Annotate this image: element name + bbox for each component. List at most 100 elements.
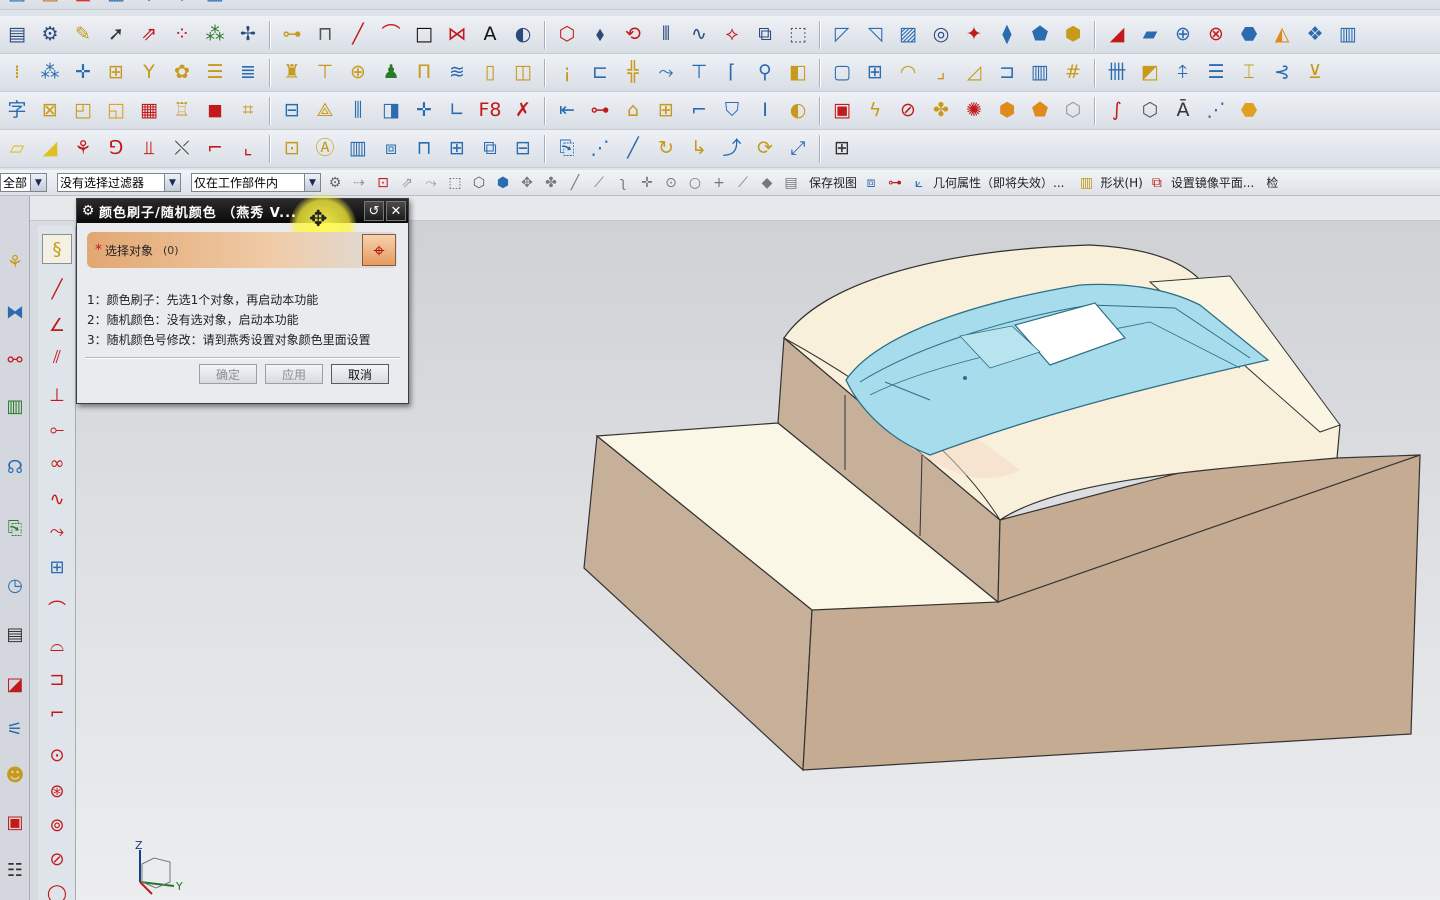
add-box-icon[interactable]: ⊞ xyxy=(651,96,681,126)
flower-icon[interactable]: ⚘ xyxy=(68,134,98,164)
attr-icon[interactable]: Ā xyxy=(1168,96,1198,126)
elbow-icon[interactable]: ⌐ xyxy=(200,134,230,164)
quad-icon[interactable]: ⊞ xyxy=(442,134,472,164)
palette-navigator-icon[interactable]: ◪ xyxy=(1,668,29,700)
close-icon[interactable]: ✕ xyxy=(386,201,406,221)
selection-filter-dropdown[interactable]: 没有选择过滤器 ▼ xyxy=(57,173,181,192)
draft-icon[interactable]: ◭ xyxy=(1267,20,1297,50)
square-icon[interactable]: ▣ xyxy=(827,96,857,126)
diag-arrow-icon[interactable]: ⤢ xyxy=(783,134,813,164)
gear-frame-icon[interactable]: ✿ xyxy=(167,58,197,88)
palette-icon[interactable]: ✺ xyxy=(959,96,989,126)
slash-icon[interactable]: ╱ xyxy=(618,134,648,164)
part-navigator-icon[interactable]: ⚯ xyxy=(1,344,29,376)
mesh-icon[interactable]: ▨ xyxy=(893,20,923,50)
roles-icon[interactable]: ☻ xyxy=(1,759,29,791)
white-cube-icon[interactable]: ⬡ xyxy=(1135,96,1165,126)
select-feature-icon[interactable]: ⇢ xyxy=(349,173,369,193)
chamfer-curve-icon[interactable]: ⌐ xyxy=(42,698,72,728)
surface-2-icon[interactable]: ◹ xyxy=(860,20,890,50)
step-icon[interactable]: ⌐ xyxy=(684,96,714,126)
constraint-navigator-icon[interactable]: ⧓ xyxy=(1,296,29,328)
geometry-props-label[interactable]: 几何属性（即将失效）... xyxy=(933,174,1064,191)
sheet-icon[interactable]: ▥ xyxy=(200,0,230,9)
half-icon[interactable]: ◨ xyxy=(376,96,406,126)
hash-icon[interactable]: # xyxy=(1058,58,1088,88)
rect-select-icon[interactable]: ⬚ xyxy=(445,173,465,193)
circle-radius-icon[interactable]: ⊘ xyxy=(42,844,72,874)
spline-tool-icon[interactable]: ∿ xyxy=(42,484,72,514)
project-icon[interactable]: ⬧ xyxy=(585,20,615,50)
yellow-body-icon[interactable]: ⬣ xyxy=(1234,96,1264,126)
open-icon[interactable]: ⊞ xyxy=(860,58,890,88)
preferences-icon[interactable]: ⚙ xyxy=(35,20,65,50)
geometry-icon[interactable]: ⟀ xyxy=(909,173,929,193)
grid-plane-icon[interactable]: ⊞ xyxy=(42,552,72,582)
view-orient-icon[interactable]: ◎ xyxy=(926,20,956,50)
move-icon[interactable]: ⇗ xyxy=(134,20,164,50)
surface-1-icon[interactable]: ◸ xyxy=(827,20,857,50)
snap-face-icon[interactable]: ◆ xyxy=(757,173,777,193)
snap-quadrant-icon[interactable]: ○ xyxy=(685,173,705,193)
body-icon[interactable]: ⬢ xyxy=(1058,20,1088,50)
check-label[interactable]: 检 xyxy=(1266,174,1278,191)
thicken-icon[interactable]: ▰ xyxy=(1135,20,1165,50)
house-icon[interactable]: ⌂ xyxy=(618,96,648,126)
apply-button[interactable]: 应用 xyxy=(265,364,323,384)
arrow-up-icon[interactable]: ⍏ xyxy=(1168,58,1198,88)
wave-icon[interactable]: ∿ xyxy=(684,20,714,50)
feature-icon[interactable]: ◈ xyxy=(167,0,197,9)
cooling-icon[interactable]: ≋ xyxy=(442,58,472,88)
star-icon[interactable]: ✤ xyxy=(926,96,956,126)
contrast-icon[interactable]: ◐ xyxy=(783,96,813,126)
gear-icon[interactable]: ⚙ xyxy=(77,203,99,219)
corner-bl-icon[interactable]: ⌞ xyxy=(233,134,263,164)
select-assembly-icon[interactable]: ⚙ xyxy=(325,173,345,193)
point-cloud-icon[interactable]: ⁂ xyxy=(200,20,230,50)
x-cross-icon[interactable]: ⤬ xyxy=(167,134,197,164)
select-arrow-icon[interactable]: ➚ xyxy=(101,20,131,50)
select-edge-icon[interactable]: ⤳ xyxy=(421,173,441,193)
align-left-icon[interactable]: ⇤ xyxy=(552,96,582,126)
arc-tool-icon[interactable]: ⌒ xyxy=(42,594,72,624)
arch-icon[interactable]: ⊓ xyxy=(409,134,439,164)
snap-grid-icon[interactable]: ▤ xyxy=(781,173,801,193)
integral-icon[interactable]: ∫ xyxy=(1102,96,1132,126)
system-scenes-icon[interactable]: ☷ xyxy=(1,854,29,886)
snap-intersect-icon[interactable]: ✛ xyxy=(637,173,657,193)
view-window-icon[interactable]: ⧈ xyxy=(861,173,881,193)
process-studio-icon[interactable]: ▤ xyxy=(1,618,29,650)
save-view-label[interactable]: 保存视图 xyxy=(809,174,857,191)
color-grid-icon[interactable]: ▦ xyxy=(134,96,164,126)
glyph-icon[interactable]: ⅁ xyxy=(101,134,131,164)
wedge-icon[interactable]: ◢ xyxy=(35,134,65,164)
shape-menu[interactable]: 形状(H) xyxy=(1100,174,1142,191)
patch-icon[interactable]: ⬟ xyxy=(1025,20,1055,50)
offset-icon[interactable]: ◐ xyxy=(508,20,538,50)
bracket-icon[interactable]: ⊏ xyxy=(585,58,615,88)
grid-icon[interactable]: ⁞ xyxy=(2,58,32,88)
cross-box-icon[interactable]: ⊠ xyxy=(35,96,65,126)
sparkle-icon[interactable]: ✦ xyxy=(959,20,989,50)
select-body-icon[interactable]: ⊡ xyxy=(373,173,393,193)
nx5-icon[interactable]: ▲ xyxy=(68,0,98,9)
trim-icon[interactable]: ◢ xyxy=(1102,20,1132,50)
web-browser-icon[interactable]: ☊ xyxy=(1,451,29,483)
spline-icon[interactable]: ⋈ xyxy=(442,20,472,50)
red-cube-icon[interactable]: ◼ xyxy=(200,96,230,126)
comb-icon[interactable]: 卌 xyxy=(1102,58,1132,88)
perpendicular-icon[interactable]: ⊥ xyxy=(42,380,72,410)
columns-icon[interactable]: ▥ xyxy=(1025,58,1055,88)
dash-line-icon[interactable]: ⋰ xyxy=(585,134,615,164)
snap-tangent-icon[interactable]: ⟋ xyxy=(733,173,753,193)
merge-icon[interactable]: ⊻ xyxy=(1300,58,1330,88)
locate-icon[interactable]: ⚲ xyxy=(750,58,780,88)
f8-icon[interactable]: F8 xyxy=(475,96,505,126)
snap-icon[interactable]: ✢ xyxy=(233,20,263,50)
char-icon[interactable]: 字 xyxy=(2,96,32,126)
solid-icon[interactable]: ◆ xyxy=(134,0,164,9)
reset-icon[interactable]: ↺ xyxy=(364,201,384,221)
dimension-icon[interactable]: ⊓ xyxy=(310,20,340,50)
screw-icon[interactable]: ¡ xyxy=(552,58,582,88)
solid-filter-icon[interactable]: ⬡ xyxy=(469,173,489,193)
